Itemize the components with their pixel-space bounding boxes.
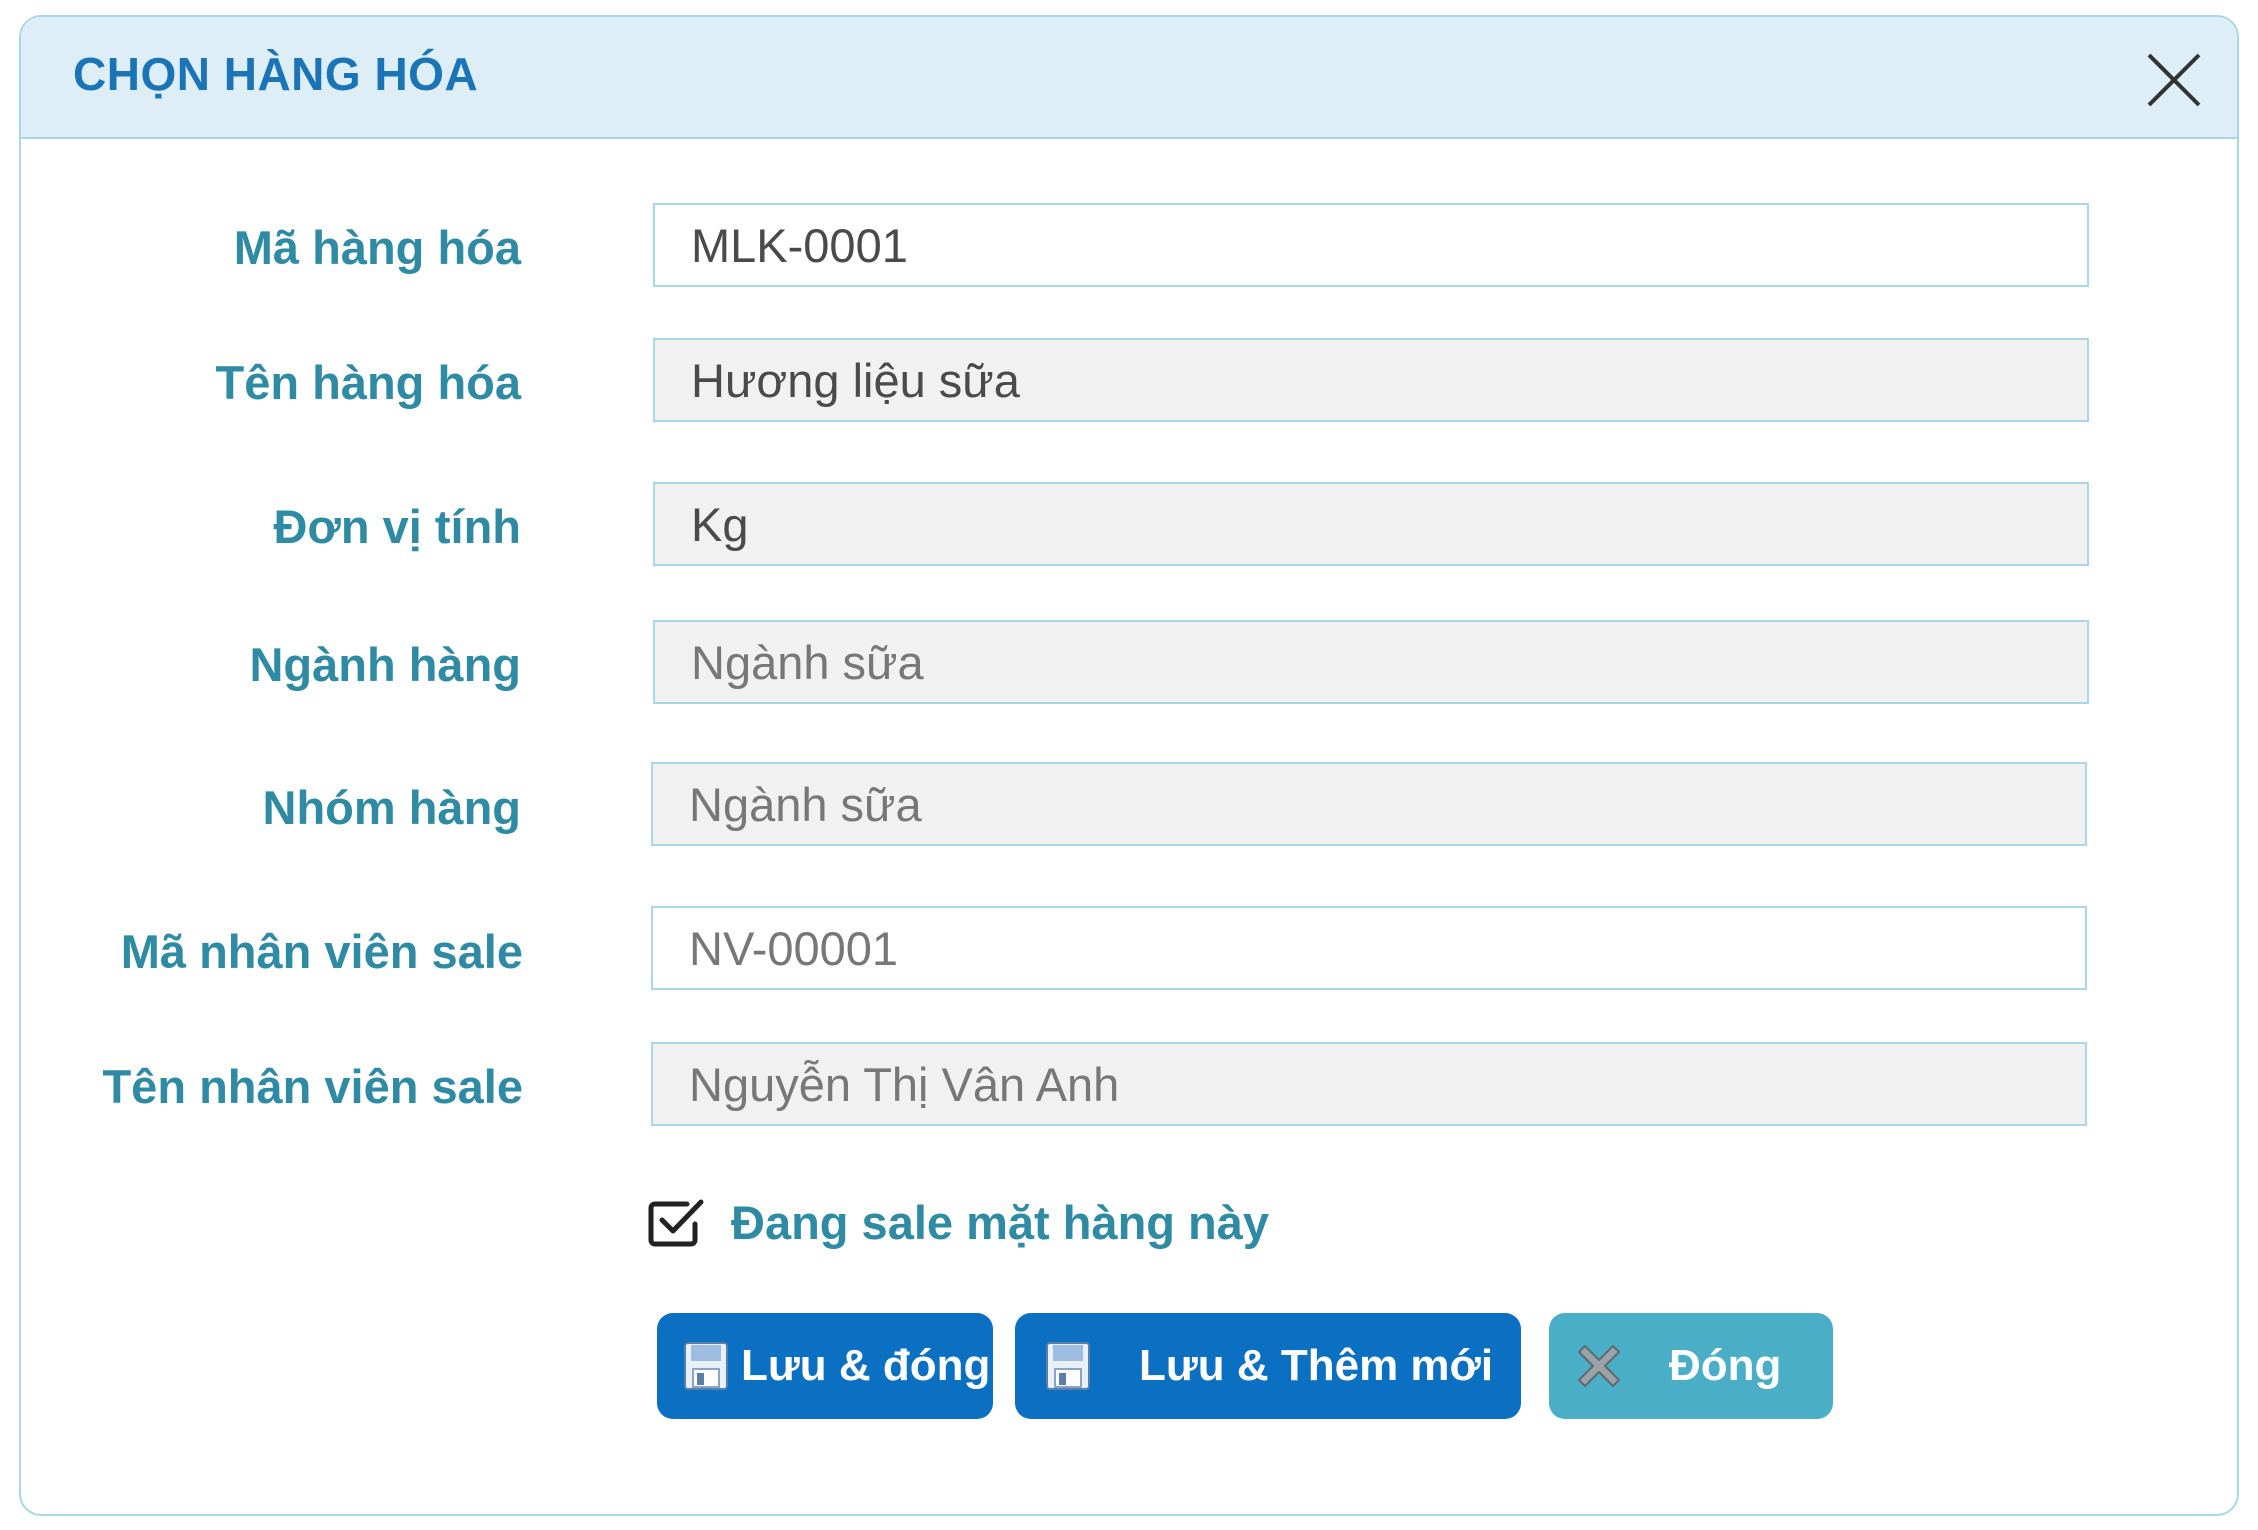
sales-staff-code-label: Mã nhân viên sale bbox=[120, 925, 523, 978]
product-name-input[interactable] bbox=[653, 338, 2089, 422]
sales-staff-name-input[interactable] bbox=[651, 1042, 2087, 1126]
close-button[interactable]: Đóng bbox=[1549, 1313, 1833, 1419]
close-x-icon bbox=[1573, 1340, 1625, 1392]
product-group-label: Nhóm hàng bbox=[262, 781, 521, 834]
save-close-button[interactable]: Lưu & đóng bbox=[657, 1313, 993, 1419]
on-sale-checkbox[interactable]: Đang sale mặt hàng này bbox=[647, 1187, 1269, 1257]
unit-input[interactable] bbox=[653, 482, 2089, 566]
floppy-disk-icon bbox=[683, 1341, 729, 1391]
on-sale-checkbox-label: Đang sale mặt hàng này bbox=[731, 1195, 1270, 1249]
choose-goods-dialog: CHỌN HÀNG HÓA Mã hàng hóa Tên hàng hóa Đ… bbox=[19, 15, 2239, 1516]
unit-label: Đơn vị tính bbox=[273, 500, 521, 553]
product-name-label: Tên hàng hóa bbox=[215, 356, 522, 409]
industry-input[interactable] bbox=[653, 620, 2089, 704]
sales-staff-code-input[interactable] bbox=[651, 906, 2087, 990]
save-close-label: Lưu & đóng bbox=[741, 1341, 991, 1390]
industry-label: Ngành hàng bbox=[249, 638, 521, 691]
product-group-input[interactable] bbox=[651, 762, 2087, 846]
sales-staff-name-label: Tên nhân viên sale bbox=[102, 1060, 523, 1113]
close-icon[interactable] bbox=[2141, 47, 2207, 113]
floppy-disk-icon bbox=[1045, 1341, 1091, 1391]
dialog-header: CHỌN HÀNG HÓA bbox=[21, 17, 2237, 139]
product-code-label: Mã hàng hóa bbox=[233, 221, 521, 274]
save-new-label: Lưu & Thêm mới bbox=[1139, 1341, 1494, 1390]
close-button-label: Đóng bbox=[1669, 1341, 1782, 1390]
checkbox-checked-icon[interactable] bbox=[647, 1196, 705, 1248]
dialog-title: CHỌN HÀNG HÓA bbox=[73, 48, 479, 100]
product-code-input[interactable] bbox=[653, 203, 2089, 287]
save-new-button[interactable]: Lưu & Thêm mới bbox=[1015, 1313, 1521, 1419]
